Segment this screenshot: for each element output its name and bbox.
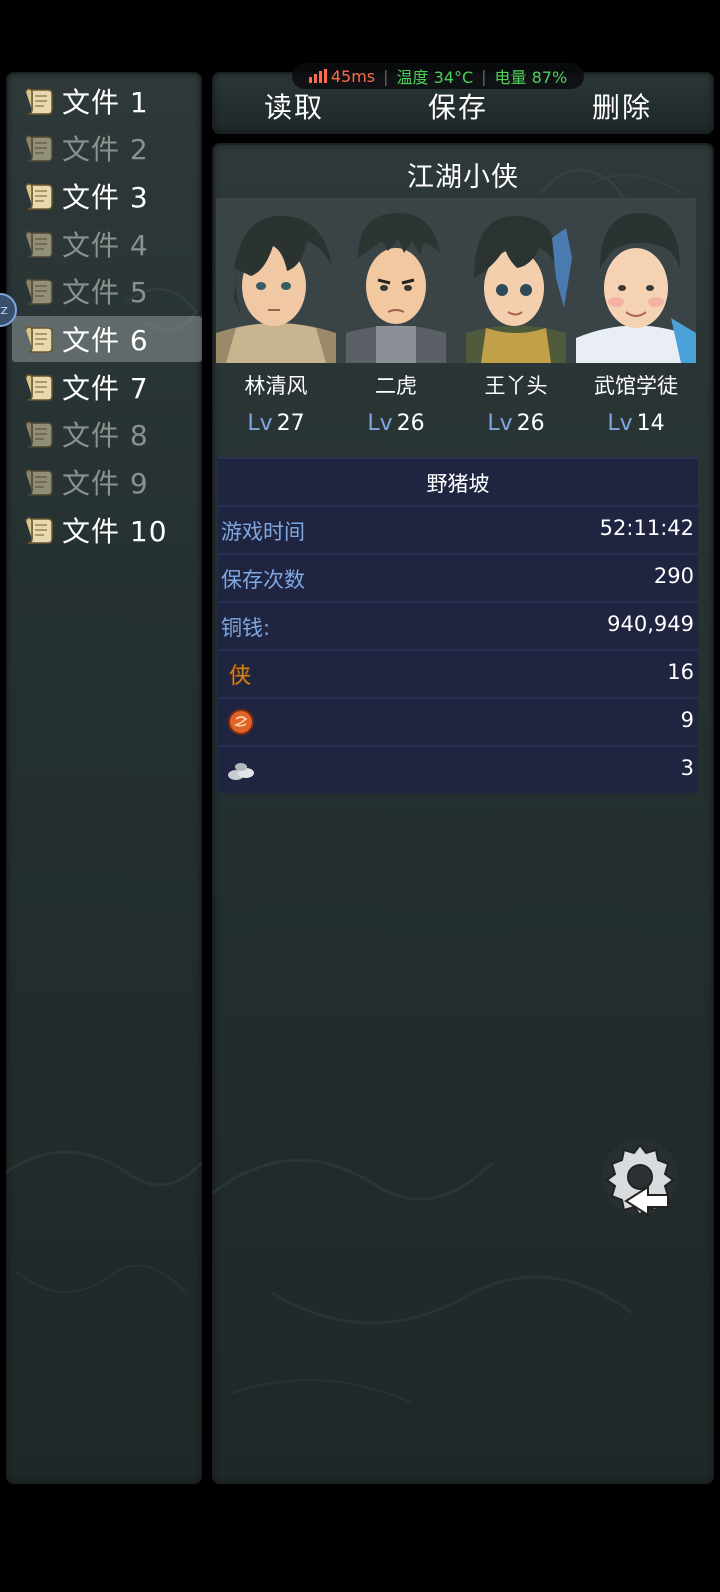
level-value: 27 xyxy=(276,411,305,436)
scroll-icon xyxy=(25,183,53,210)
scroll-icon xyxy=(25,326,53,353)
file-slot-label: 文件 2 xyxy=(62,133,149,166)
file-slot-1[interactable]: 文件 1 xyxy=(12,78,202,124)
game-screen: 45ms | 温度 34°C | 电量 87% 文件 1 文件 2 文件 3 文件 4… xyxy=(0,0,720,1592)
portrait-wuguan-xuetu xyxy=(576,198,696,363)
performance-overlay: 45ms | 温度 34°C | 电量 87% xyxy=(292,63,584,89)
file-slot-label: 文件 10 xyxy=(62,515,168,548)
party-member-name: 王丫头 xyxy=(484,374,548,398)
party-member-level: Lv 14 xyxy=(576,411,696,436)
save-title: 江湖小侠 xyxy=(407,162,519,193)
party-member-name: 武馆学徒 xyxy=(594,374,678,398)
silver-ingot-icon xyxy=(228,763,254,780)
ping-indicator: 45ms xyxy=(308,66,376,86)
file-slot-10[interactable]: 文件 10 xyxy=(12,507,202,553)
file-slot-2[interactable]: 文件 2 xyxy=(12,125,202,171)
item-count: 9 xyxy=(680,708,694,732)
level-label: Lv xyxy=(247,411,273,436)
divider: | xyxy=(383,66,389,86)
battery-value: 电量 87% xyxy=(494,68,568,87)
copper-coin-icon xyxy=(228,709,254,735)
scroll-icon xyxy=(25,88,53,115)
level-value: 26 xyxy=(396,411,425,436)
level-value: 14 xyxy=(636,411,665,436)
file-slot-label: 文件 4 xyxy=(62,229,149,262)
party-member-level: Lv 26 xyxy=(456,411,576,436)
scroll-icon xyxy=(25,469,53,496)
scroll-icon xyxy=(25,421,53,448)
file-slot-label: 文件 3 xyxy=(62,181,149,214)
file-slot-3[interactable]: 文件 3 xyxy=(12,173,202,219)
file-slot-9[interactable]: 文件 9 xyxy=(12,459,202,505)
level-label: Lv xyxy=(607,411,633,436)
signal-bars-icon xyxy=(308,69,327,83)
party-member-level: Lv 27 xyxy=(216,411,336,436)
stat-value: 52:11:42 xyxy=(599,516,694,540)
file-slot-label: 文件 6 xyxy=(62,324,149,357)
item-row-silver: 3 xyxy=(218,745,698,793)
delete-button[interactable]: 删除 xyxy=(592,86,652,126)
scroll-icon xyxy=(25,278,53,305)
stat-label: 游戏时间 xyxy=(221,520,305,544)
level-value: 26 xyxy=(516,411,545,436)
party-member-level: Lv 26 xyxy=(336,411,456,436)
item-row-xia: 侠 16 xyxy=(218,649,698,697)
svg-text:ZZ: ZZ xyxy=(0,306,8,317)
item-count: 3 xyxy=(680,756,694,780)
file-slot-label: 文件 8 xyxy=(62,419,149,452)
stat-value: 290 xyxy=(653,564,694,588)
svg-text:侠: 侠 xyxy=(229,664,251,689)
party-member-name: 林清风 xyxy=(244,374,308,398)
item-count: 16 xyxy=(667,660,694,684)
file-slot-6[interactable]: 文件 6 xyxy=(12,316,202,362)
scroll-icon xyxy=(25,374,53,401)
stat-row-save-count: 保存次数 290 xyxy=(218,553,698,601)
file-slot-7[interactable]: 文件 7 xyxy=(12,364,202,410)
portrait-wang-yatou xyxy=(456,198,576,363)
scroll-icon xyxy=(25,517,53,544)
ping-value: 45ms xyxy=(330,66,376,86)
settings-back-gear-icon[interactable] xyxy=(598,1135,682,1219)
file-slot-5[interactable]: 文件 5 xyxy=(12,268,202,314)
scroll-icon xyxy=(25,135,53,162)
location-name: 野猪坡 xyxy=(426,472,490,496)
save-button[interactable]: 保存 xyxy=(428,86,488,126)
item-row-coin: 9 xyxy=(218,697,698,745)
file-slot-8[interactable]: 文件 8 xyxy=(12,411,202,457)
xia-token-icon: 侠 xyxy=(229,664,252,689)
stat-row-playtime: 游戏时间 52:11:42 xyxy=(218,505,698,553)
load-button[interactable]: 读取 xyxy=(264,86,324,126)
file-slot-label: 文件 9 xyxy=(62,467,149,500)
stat-row-copper: 铜钱: 940,949 xyxy=(218,601,698,649)
level-label: Lv xyxy=(367,411,393,436)
location-row: 野猪坡 xyxy=(218,457,698,505)
scroll-icon xyxy=(25,231,53,258)
temperature-value: 温度 34°C xyxy=(396,68,474,87)
party-member-name: 二虎 xyxy=(375,374,417,398)
save-detail-panel: 江湖小侠 林清风 二虎 王丫头 武馆学徒 Lv 27 Lv 26 Lv 26 L… xyxy=(212,143,714,1484)
divider: | xyxy=(481,66,487,86)
stat-value: 940,949 xyxy=(607,612,694,636)
file-slot-4[interactable]: 文件 4 xyxy=(12,221,202,267)
stat-label: 保存次数 xyxy=(221,568,305,592)
portrait-er-hu xyxy=(336,198,456,363)
file-slot-label: 文件 5 xyxy=(62,276,149,309)
floating-assist-bubble[interactable]: ZZ xyxy=(0,290,22,330)
file-slot-label: 文件 7 xyxy=(62,372,149,405)
portrait-lin-qingfeng xyxy=(216,198,336,363)
level-label: Lv xyxy=(487,411,513,436)
stat-label: 铜钱: xyxy=(221,616,271,640)
file-slot-label: 文件 1 xyxy=(62,86,149,119)
